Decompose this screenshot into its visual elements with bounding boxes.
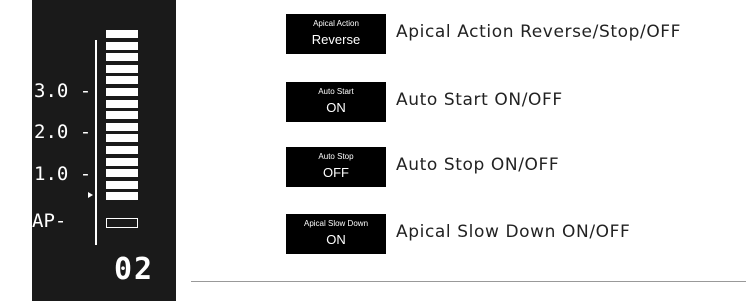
tick-label-3: 3.0 - [34, 80, 92, 102]
badge-value: ON [326, 232, 346, 247]
setting-row-apical-action: Apical Action Reverse Apical Action Reve… [286, 14, 746, 54]
gauge-bar-segment [106, 30, 138, 38]
gauge-bar-segment [106, 41, 138, 50]
setting-description: Auto Stop ON/OFF [396, 155, 560, 175]
gauge-bar-segment [106, 88, 138, 96]
gauge-bar-segment [106, 146, 138, 154]
gauge-bar-segment [106, 122, 138, 131]
auto-start-badge: Auto Start ON [286, 82, 386, 122]
auto-stop-badge: Auto Stop OFF [286, 147, 386, 187]
badge-title: Apical Slow Down [303, 219, 369, 228]
apical-slow-down-badge: Apical Slow Down ON [286, 214, 386, 254]
gauge-bar-empty [106, 218, 138, 228]
badge-title: Apical Action [313, 19, 359, 28]
gauge-bar-segment [106, 192, 138, 201]
setting-row-auto-stop: Auto Stop OFF Auto Stop ON/OFF [286, 147, 746, 187]
tick-label-1: 1.0 - [34, 163, 92, 185]
gauge-bar-segment [106, 99, 138, 108]
setting-row-apical-slow-down: Apical Slow Down ON Apical Slow Down ON/… [286, 214, 746, 254]
badge-title: Auto Start [318, 87, 354, 96]
gauge-pointer-icon [88, 192, 93, 198]
badge-value: Reverse [311, 32, 361, 47]
divider-line [191, 281, 746, 282]
gauge-bar-segment [106, 180, 138, 189]
gauge-bar-segment [106, 76, 138, 85]
badge-value: OFF [323, 165, 349, 180]
apical-action-badge: Apical Action Reverse [286, 14, 386, 54]
tick-label-2: 2.0 - [34, 121, 92, 143]
badge-value: ON [326, 100, 346, 115]
gauge-bar-segment [106, 134, 138, 143]
setting-description: Auto Start ON/OFF [396, 90, 563, 110]
torque-gauge-panel: 3.0 - 2.0 - 1.0 - AP- 02 [32, 0, 176, 301]
gauge-readout: 02 [114, 252, 155, 287]
gauge-bar-segment [106, 157, 138, 166]
gauge-bar-segment [106, 53, 138, 62]
gauge-axis [95, 40, 97, 245]
setting-description: Apical Slow Down ON/OFF [396, 222, 631, 242]
tick-label-ap: AP- [32, 210, 67, 232]
gauge-bar-segment [106, 111, 138, 120]
gauge-bar-segment [106, 169, 138, 178]
badge-title: Auto Stop [318, 152, 354, 161]
setting-row-auto-start: Auto Start ON Auto Start ON/OFF [286, 82, 746, 122]
setting-description: Apical Action Reverse/Stop/OFF [396, 22, 682, 42]
gauge-bar-segment [106, 64, 138, 73]
